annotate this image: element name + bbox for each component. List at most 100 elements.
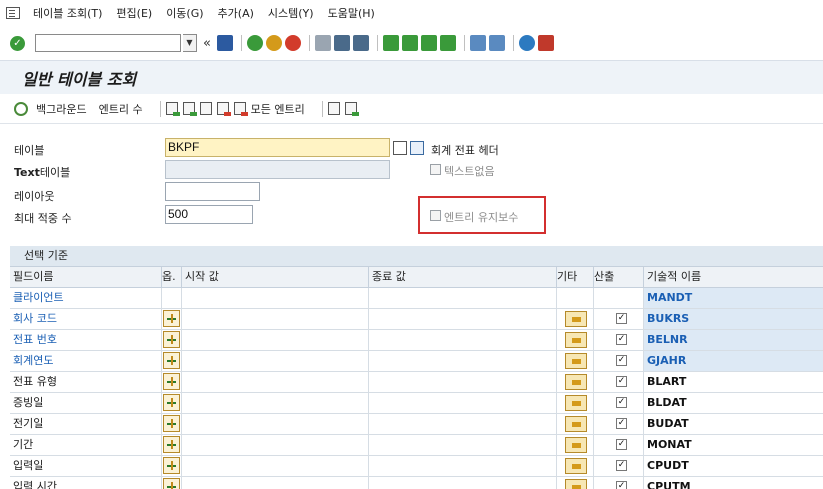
- multiple-selection-icon[interactable]: [565, 311, 587, 327]
- print-icon[interactable]: [314, 35, 331, 51]
- find-next-icon[interactable]: [352, 35, 369, 51]
- row-from-input[interactable]: [182, 435, 369, 455]
- row-from-input[interactable]: [182, 414, 369, 434]
- row-field-name[interactable]: 클라이언트: [10, 288, 162, 308]
- row-field-name[interactable]: 전표 번호: [10, 330, 162, 350]
- background-clock-icon[interactable]: [14, 101, 28, 116]
- row-field-name[interactable]: 전표 유형: [10, 372, 162, 392]
- multiple-selection-icon[interactable]: [565, 353, 587, 369]
- menu-help[interactable]: 도움말(H): [328, 5, 375, 21]
- multiple-selection-icon[interactable]: [565, 458, 587, 474]
- max-hits-input[interactable]: 500: [165, 205, 253, 224]
- prev-page-icon[interactable]: [401, 35, 418, 51]
- value-help-icon[interactable]: [393, 141, 407, 155]
- row-from-input[interactable]: [182, 288, 369, 308]
- last-page-icon[interactable]: [439, 35, 456, 51]
- row-to-input[interactable]: [369, 372, 557, 392]
- multiple-selection-icon[interactable]: [565, 416, 587, 432]
- multiple-selection-icon[interactable]: [565, 437, 587, 453]
- row-to-input[interactable]: [369, 393, 557, 413]
- all-entries-button[interactable]: 모든 엔트리: [251, 101, 305, 117]
- row-from-input[interactable]: [182, 372, 369, 392]
- header-field-name[interactable]: 필드이름: [10, 267, 162, 288]
- output-checkbox[interactable]: ✓: [616, 439, 627, 450]
- background-button[interactable]: 백그라운드: [36, 101, 87, 117]
- row-to-input[interactable]: [369, 351, 557, 371]
- row-to-input[interactable]: [369, 414, 557, 434]
- header-option[interactable]: 옵.: [162, 267, 182, 288]
- row-from-input[interactable]: [182, 351, 369, 371]
- output-checkbox[interactable]: ✓: [616, 355, 627, 366]
- row-from-input[interactable]: [182, 477, 369, 489]
- row-to-input[interactable]: [369, 456, 557, 476]
- layout-input[interactable]: [165, 182, 260, 201]
- output-checkbox[interactable]: ✓: [616, 313, 627, 324]
- all-entries-icon[interactable]: [233, 102, 248, 116]
- table-name-input[interactable]: BKPF: [165, 138, 390, 157]
- selection-option-icon[interactable]: [163, 373, 180, 390]
- enter-icon[interactable]: ✓: [10, 35, 25, 51]
- output-checkbox[interactable]: ✓: [616, 460, 627, 471]
- menu-system[interactable]: 시스템(Y): [268, 5, 314, 21]
- row-field-name[interactable]: 기간: [10, 435, 162, 455]
- binoculars-icon[interactable]: [410, 141, 424, 155]
- multiple-selection-icon[interactable]: [565, 374, 587, 390]
- row-field-name[interactable]: 입력 시간: [10, 477, 162, 489]
- row-from-input[interactable]: [182, 330, 369, 350]
- header-more[interactable]: 기타: [557, 267, 594, 288]
- row-from-input[interactable]: [182, 456, 369, 476]
- row-to-input[interactable]: [369, 435, 557, 455]
- multiple-selection-icon[interactable]: [565, 332, 587, 348]
- selection-option-icon[interactable]: [163, 457, 180, 474]
- selection-option-icon[interactable]: [163, 478, 180, 489]
- header-output[interactable]: 산출: [594, 267, 644, 288]
- row-field-name[interactable]: 전기일: [10, 414, 162, 434]
- selection-option-icon[interactable]: [163, 352, 180, 369]
- header-to-value[interactable]: 종료 값: [369, 267, 557, 288]
- fields-for-selection-icon[interactable]: [344, 102, 359, 116]
- output-checkbox[interactable]: ✓: [616, 397, 627, 408]
- table-contents-icon[interactable]: [327, 102, 340, 115]
- selection-option-icon[interactable]: [163, 415, 180, 432]
- delete-selection-icon[interactable]: [216, 102, 231, 116]
- first-page-icon[interactable]: [382, 35, 399, 51]
- output-checkbox[interactable]: ✓: [616, 418, 627, 429]
- command-dropdown-icon[interactable]: ▼: [183, 34, 197, 52]
- selection-option-icon[interactable]: [163, 436, 180, 453]
- menu-extras[interactable]: 추가(A): [218, 5, 254, 21]
- output-checkbox[interactable]: ✓: [616, 481, 627, 489]
- row-field-name[interactable]: 증빙일: [10, 393, 162, 413]
- header-technical-name[interactable]: 기술적 이름: [644, 267, 823, 288]
- row-from-input[interactable]: [182, 393, 369, 413]
- multiple-selection-icon[interactable]: [565, 395, 587, 411]
- back-icon[interactable]: [246, 35, 263, 51]
- row-field-name[interactable]: 회사 코드: [10, 309, 162, 329]
- menu-edit[interactable]: 편집(E): [116, 5, 152, 21]
- save-icon[interactable]: [216, 35, 233, 51]
- menu-table-view[interactable]: 테이블 조회(T): [33, 5, 102, 21]
- shortcut-icon[interactable]: [488, 35, 505, 51]
- collapse-command-icon[interactable]: «: [203, 36, 211, 51]
- selection-option-icon[interactable]: [163, 331, 180, 348]
- selection-option-icon[interactable]: [163, 394, 180, 411]
- find-icon[interactable]: [333, 35, 350, 51]
- row-to-input[interactable]: [369, 477, 557, 489]
- cancel-icon[interactable]: [284, 35, 301, 51]
- row-field-name[interactable]: 회계연도: [10, 351, 162, 371]
- header-from-value[interactable]: 시작 값: [182, 267, 369, 288]
- system-menu-icon[interactable]: [6, 7, 20, 19]
- row-from-input[interactable]: [182, 309, 369, 329]
- output-checkbox[interactable]: ✓: [616, 376, 627, 387]
- help-icon[interactable]: [518, 35, 535, 51]
- new-session-icon[interactable]: [469, 35, 486, 51]
- selection-option-icon[interactable]: [163, 310, 180, 327]
- deselect-all-icon[interactable]: [199, 102, 212, 115]
- entries-count-button[interactable]: 엔트리 수: [99, 101, 143, 117]
- next-page-icon[interactable]: [420, 35, 437, 51]
- select-all-icon[interactable]: [165, 102, 180, 116]
- output-checkbox[interactable]: ✓: [616, 334, 627, 345]
- multiple-selection-icon[interactable]: [565, 479, 587, 489]
- select-block-icon[interactable]: [182, 102, 197, 116]
- menu-goto[interactable]: 이동(G): [166, 5, 203, 21]
- row-to-input[interactable]: [369, 309, 557, 329]
